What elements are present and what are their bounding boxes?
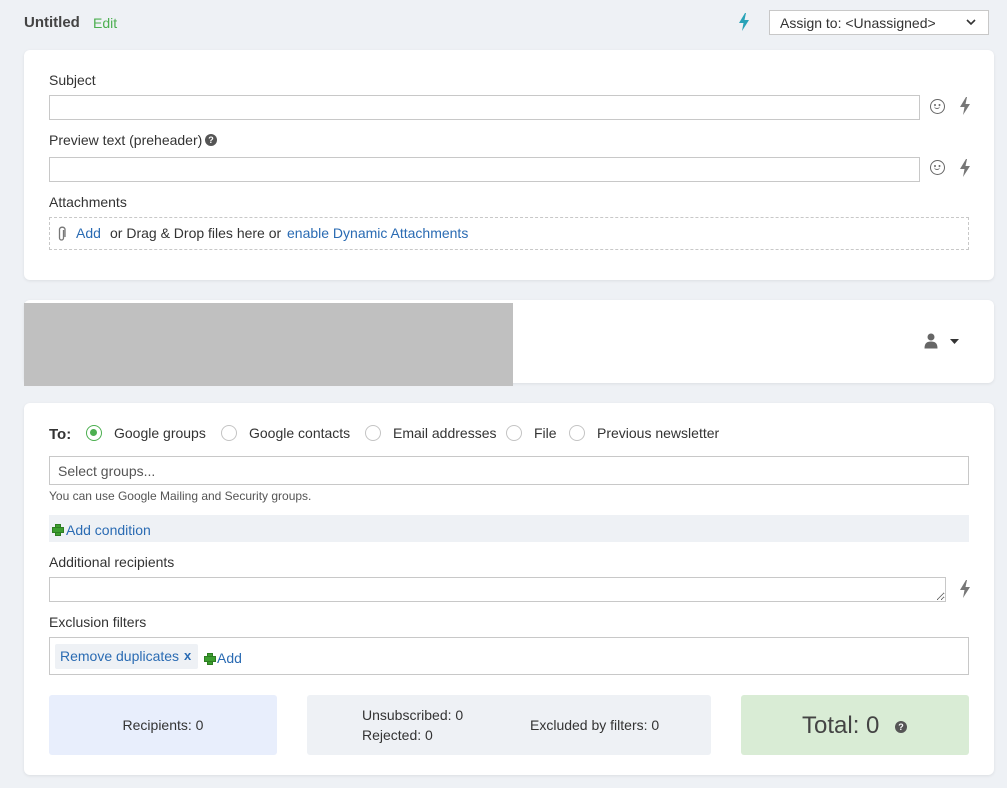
subject-input[interactable] <box>49 95 920 120</box>
attachments-label: Attachments <box>49 194 127 210</box>
help-icon[interactable]: ? <box>205 134 217 146</box>
edit-title-link[interactable]: Edit <box>93 15 117 31</box>
help-icon[interactable]: ? <box>895 721 907 733</box>
additional-recipients-input[interactable] <box>49 577 946 602</box>
radio-email-addresses[interactable] <box>365 425 381 441</box>
assign-dropdown[interactable]: Assign to: <Unassigned> <box>769 10 989 35</box>
attachments-dropzone[interactable]: Add or Drag & Drop files here or enable … <box>49 217 969 250</box>
emoji-icon[interactable] <box>930 99 945 114</box>
editor-preview-placeholder <box>24 303 513 386</box>
recipients-count: Recipients: 0 <box>122 717 204 733</box>
exclusion-tag-label[interactable]: Remove duplicates <box>60 648 179 664</box>
unsubscribed-count: Unsubscribed: 0 <box>362 707 464 723</box>
bolt-icon[interactable] <box>960 159 970 177</box>
exclusion-tag: Remove duplicates x <box>55 644 198 669</box>
radio-previous-newsletter[interactable] <box>569 425 585 441</box>
paperclip-icon <box>58 226 66 241</box>
excluded-count: Excluded by filters: 0 <box>530 717 660 733</box>
exclusion-filters-label: Exclusion filters <box>49 614 147 630</box>
total-box: Total: 0 ? <box>741 695 969 755</box>
radio-google-contacts-label[interactable]: Google contacts <box>249 425 350 441</box>
radio-previous-newsletter-label[interactable]: Previous newsletter <box>597 425 719 441</box>
plus-icon <box>204 653 216 665</box>
radio-google-groups-label[interactable]: Google groups <box>114 425 206 441</box>
plus-icon <box>52 524 64 536</box>
caret-down-icon <box>950 339 959 344</box>
subject-label: Subject <box>49 72 96 88</box>
add-condition-link[interactable]: Add condition <box>66 522 151 538</box>
groups-select[interactable]: Select groups... <box>49 456 969 485</box>
total-count: Total: 0 <box>802 712 880 739</box>
sender-dropdown[interactable] <box>924 333 964 351</box>
radio-file[interactable] <box>506 425 522 441</box>
attach-dragdrop-text: or Drag & Drop files here or <box>110 225 282 241</box>
stats-box: Unsubscribed: 0 Rejected: 0 Excluded by … <box>307 695 711 755</box>
attach-add-link[interactable]: Add <box>76 225 101 241</box>
radio-email-addresses-label[interactable]: Email addresses <box>393 425 497 441</box>
chevron-down-icon <box>966 19 976 26</box>
add-exclusion-link[interactable]: Add <box>217 650 242 666</box>
bolt-icon[interactable] <box>739 13 749 31</box>
assign-dropdown-label: Assign to: <Unassigned> <box>780 15 936 31</box>
user-icon <box>924 333 938 349</box>
radio-file-label[interactable]: File <box>534 425 557 441</box>
recipients-count-box: Recipients: 0 <box>49 695 277 755</box>
radio-google-groups[interactable] <box>86 425 102 441</box>
groups-hint: You can use Google Mailing and Security … <box>49 489 312 503</box>
emoji-icon[interactable] <box>930 160 945 175</box>
rejected-count: Rejected: 0 <box>362 727 433 743</box>
additional-recipients-label: Additional recipients <box>49 554 175 570</box>
groups-select-placeholder: Select groups... <box>58 463 156 479</box>
preview-text-label: Preview text (preheader) <box>49 132 203 148</box>
bolt-icon[interactable] <box>960 580 970 598</box>
bolt-icon[interactable] <box>960 97 970 115</box>
remove-tag-icon[interactable]: x <box>184 648 191 663</box>
to-label: To: <box>49 426 72 443</box>
radio-google-contacts[interactable] <box>221 425 237 441</box>
page-title: Untitled <box>24 14 80 31</box>
preview-text-input[interactable] <box>49 157 920 182</box>
add-condition-bar <box>49 515 969 542</box>
dynamic-attachments-link[interactable]: enable Dynamic Attachments <box>287 225 468 241</box>
